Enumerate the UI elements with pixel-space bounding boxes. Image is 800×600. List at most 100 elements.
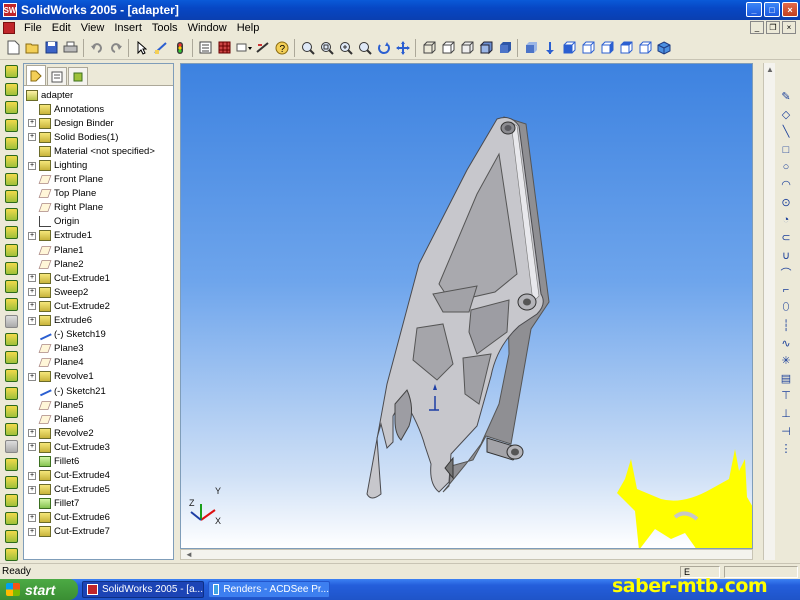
right-view-icon[interactable] [598, 39, 615, 56]
property-manager-tab[interactable] [47, 67, 67, 85]
tree-item[interactable]: (-) Sketch21 [24, 384, 173, 398]
expand-toggle[interactable]: + [28, 302, 36, 311]
scale-icon[interactable] [3, 457, 19, 472]
isometric-icon[interactable] [655, 39, 672, 56]
menu-file[interactable]: File [19, 22, 47, 34]
back-view-icon[interactable] [560, 39, 577, 56]
revolved-boss-icon[interactable] [3, 82, 19, 97]
taskbar-item-solidworks[interactable]: SolidWorks 2005 - [a... [82, 581, 204, 598]
tree-item[interactable]: Plane1 [24, 243, 173, 257]
menu-help[interactable]: Help [232, 22, 265, 34]
rotate-icon[interactable] [375, 39, 392, 56]
tree-item[interactable]: Plane6 [24, 412, 173, 426]
zoom-selection-icon[interactable] [356, 39, 373, 56]
more-features-icon[interactable] [3, 529, 19, 544]
taskbar-item-acdsee[interactable]: Renders - ACDSee Pr... [208, 581, 330, 598]
sketch-icon[interactable]: ✎ [779, 90, 793, 104]
rib-icon[interactable] [3, 243, 19, 258]
plane-sketch-icon[interactable]: ▤ [779, 371, 793, 385]
pan-icon[interactable] [394, 39, 411, 56]
offset-icon[interactable]: ⊣ [779, 424, 793, 438]
reference-geometry-icon[interactable] [3, 493, 19, 508]
doc-minimize-button[interactable]: _ [750, 21, 764, 34]
expand-toggle[interactable]: + [28, 527, 36, 536]
window-titlebar[interactable]: SW SolidWorks 2005 - [adapter] _ □ × [0, 0, 800, 20]
select-icon[interactable] [133, 39, 150, 56]
lofted-boss-icon[interactable] [3, 118, 19, 133]
polygon-icon[interactable]: ⌒ [779, 266, 793, 280]
menu-insert[interactable]: Insert [109, 22, 147, 34]
trim-icon[interactable]: ⊤ [779, 389, 793, 403]
tree-item[interactable]: + Solid Bodies(1) [24, 130, 173, 144]
bottom-view-icon[interactable] [636, 39, 653, 56]
tree-item[interactable]: + Cut-Extrude4 [24, 469, 173, 483]
tree-item[interactable]: + Sweep2 [24, 285, 173, 299]
tree-item[interactable]: Annotations [24, 102, 173, 116]
save-icon[interactable] [43, 39, 60, 56]
left-view-icon[interactable] [579, 39, 596, 56]
document-icon[interactable] [3, 22, 15, 34]
tree-item[interactable]: + Extrude6 [24, 314, 173, 328]
hidden-lines-removed-icon[interactable] [458, 39, 475, 56]
expand-toggle[interactable]: + [28, 288, 36, 297]
expand-toggle[interactable]: + [28, 471, 36, 480]
expand-toggle[interactable]: + [28, 133, 36, 142]
tree-item[interactable]: Right Plane [24, 201, 173, 215]
expand-toggle[interactable]: + [28, 161, 36, 170]
tree-item[interactable]: + Cut-Extrude5 [24, 483, 173, 497]
expand-toggle[interactable]: + [28, 372, 36, 381]
front-view-icon[interactable] [541, 39, 558, 56]
shaded-icon[interactable] [496, 39, 513, 56]
expand-toggle[interactable]: + [28, 429, 36, 438]
tree-item[interactable]: Plane5 [24, 398, 173, 412]
zoom-to-fit-icon[interactable] [299, 39, 316, 56]
mirror-icon[interactable] [3, 368, 19, 383]
centerpoint-arc-icon[interactable]: ◠ [779, 178, 793, 192]
extruded-boss-icon[interactable] [3, 65, 19, 80]
tree-item[interactable]: Front Plane [24, 173, 173, 187]
spline-icon[interactable]: ∿ [779, 336, 793, 350]
axis-icon[interactable] [3, 404, 19, 419]
zoom-area-icon[interactable] [318, 39, 335, 56]
ellipse-tool-icon[interactable]: ⬯ [779, 301, 793, 315]
zoom-pulldown-icon[interactable] [235, 39, 252, 56]
options-icon[interactable] [197, 39, 214, 56]
chamfer-icon[interactable] [3, 225, 19, 240]
maximize-button[interactable]: □ [764, 2, 780, 17]
tree-item[interactable]: + Cut-Extrude6 [24, 511, 173, 525]
menu-edit[interactable]: Edit [47, 22, 76, 34]
top-view-icon[interactable] [617, 39, 634, 56]
tree-item[interactable]: Plane3 [24, 342, 173, 356]
close-button[interactable]: × [782, 2, 798, 17]
tree-item[interactable]: + Cut-Extrude7 [24, 525, 173, 539]
tangent-arc-icon[interactable]: ⊙ [779, 195, 793, 209]
graphics-area[interactable]: Y Z X [180, 63, 753, 549]
mirror-sketch-icon[interactable]: ⋮ [779, 442, 793, 456]
tree-item[interactable]: + Cut-Extrude3 [24, 440, 173, 454]
line-icon[interactable]: ╲ [779, 125, 793, 139]
open-icon[interactable] [24, 39, 41, 56]
rebuild-all-icon[interactable] [3, 547, 19, 562]
wireframe-icon[interactable] [420, 39, 437, 56]
tree-item[interactable]: adapter [24, 88, 173, 102]
print-icon[interactable] [62, 39, 79, 56]
hole-wizard-icon[interactable] [3, 297, 19, 312]
extend-icon[interactable]: ⊥ [779, 406, 793, 420]
tree-item[interactable]: Fillet6 [24, 454, 173, 468]
expand-toggle[interactable]: + [28, 513, 36, 522]
circle-icon[interactable]: ○ [779, 160, 793, 174]
plane-icon[interactable] [3, 386, 19, 401]
tree-item[interactable]: + Extrude1 [24, 229, 173, 243]
three-point-arc-icon[interactable]: ◔ [779, 213, 793, 227]
split-line-icon[interactable] [3, 440, 19, 455]
swept-boss-icon[interactable] [3, 100, 19, 115]
circular-pattern-icon[interactable] [3, 350, 19, 365]
revolved-cut-icon[interactable] [3, 154, 19, 169]
parabola-icon[interactable]: ∪ [779, 248, 793, 262]
tree-item[interactable]: + Lighting [24, 158, 173, 172]
menu-view[interactable]: View [76, 22, 110, 34]
doc-close-button[interactable]: × [782, 21, 796, 34]
tree-item[interactable]: Plane4 [24, 356, 173, 370]
draft-icon[interactable] [3, 279, 19, 294]
shell-icon[interactable] [3, 261, 19, 276]
